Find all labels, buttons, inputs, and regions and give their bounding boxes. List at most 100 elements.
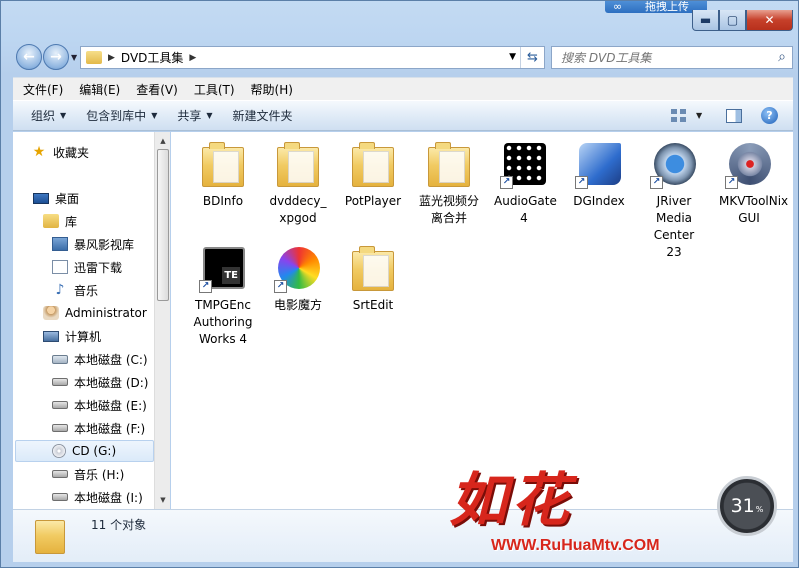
nav-lib-music[interactable]: ♪ 音乐 <box>52 279 98 301</box>
file-name: DGIndex <box>573 194 625 208</box>
nav-scrollbar[interactable]: ▲ ▼ <box>154 132 170 509</box>
shortcut-arrow-icon: ↗ <box>650 176 663 189</box>
document-library-icon <box>52 260 68 274</box>
usage-meter-value: 31 <box>730 495 755 517</box>
file-item-srtedit[interactable]: SrtEdit <box>335 245 411 314</box>
file-item-bdinfo[interactable]: BDInfo <box>185 141 261 210</box>
file-item-movie-cube[interactable]: ↗ 电影魔方 <box>260 245 336 314</box>
nav-lib-baofeng-label: 暴风影视库 <box>74 237 135 252</box>
nav-drive-e[interactable]: 本地磁盘 (E:) <box>52 394 147 416</box>
file-item-potplayer[interactable]: PotPlayer <box>335 141 411 210</box>
file-item-mkvtoolnix[interactable]: ↗ MKVToolNix GUI <box>711 141 789 227</box>
breadcrumb-chevron-icon[interactable]: ▶ <box>189 53 196 63</box>
view-options-dropdown-icon[interactable]: ▼ <box>696 111 702 120</box>
recent-pages-dropdown-icon[interactable]: ▼ <box>71 53 77 62</box>
nav-computer[interactable]: 计算机 <box>43 325 101 347</box>
system-drive-icon <box>52 354 68 364</box>
nav-favorites[interactable]: ★ 收藏夹 <box>31 141 89 163</box>
watermark-url: WWW.RuHuaMtv.COM <box>491 537 660 554</box>
forward-arrow-icon: → <box>50 49 62 65</box>
minimize-button[interactable]: ▬ <box>692 10 719 31</box>
folder-icon <box>425 141 473 189</box>
scroll-up-icon[interactable]: ▲ <box>155 134 171 148</box>
dgindex-icon: ↗ <box>575 141 623 189</box>
address-bar[interactable]: ▶ DVD工具集 ▶ ▼ ⇆ <box>80 46 545 69</box>
file-name: MKVToolNix GUI <box>719 194 789 225</box>
shortcut-arrow-icon: ↗ <box>725 176 738 189</box>
shortcut-arrow-icon: ↗ <box>500 176 513 189</box>
forward-button[interactable]: → <box>43 44 69 70</box>
address-dropdown-icon[interactable]: ▼ <box>509 52 516 62</box>
organize-button[interactable]: 组织 ▼ <box>21 107 76 124</box>
file-item-tmpgenc[interactable]: ↗ TMPGEnc Authoring Works 4 <box>185 245 261 348</box>
nav-drive-d-label: 本地磁盘 (D:) <box>74 375 149 390</box>
tmpgenc-icon: ↗ <box>199 245 247 293</box>
refresh-icon[interactable]: ⇆ <box>520 47 544 68</box>
breadcrumb-chevron-icon[interactable]: ▶ <box>108 53 115 63</box>
folder-icon <box>199 141 247 189</box>
usage-meter[interactable]: 31% <box>717 476 777 536</box>
nav-lib-xunlei-label: 迅雷下载 <box>74 260 123 275</box>
search-icon[interactable]: ⌕ <box>778 49 786 65</box>
file-name: AudioGate 4 <box>494 194 557 225</box>
explorer-window: ∞ 拖拽上传 ▬ ▢ ✕ ← → ▼ ▶ DVD工具集 ▶ ▼ ⇆ ⌕ 文件(F… <box>0 0 799 568</box>
nav-drive-h[interactable]: 音乐 (H:) <box>52 463 124 485</box>
file-name: TMPGEnc Authoring Works 4 <box>193 298 253 346</box>
nav-user[interactable]: Administrator <box>43 302 147 324</box>
file-item-dgindex[interactable]: ↗ DGIndex <box>561 141 637 210</box>
nav-drive-f[interactable]: 本地磁盘 (F:) <box>52 417 145 439</box>
usage-meter-unit: % <box>755 504 764 514</box>
menu-view[interactable]: 查看(V) <box>128 81 186 98</box>
nav-drive-c[interactable]: 本地磁盘 (C:) <box>52 348 148 370</box>
nav-drive-f-label: 本地磁盘 (F:) <box>74 421 146 436</box>
include-in-library-label: 包含到库中 <box>86 109 147 123</box>
help-icon[interactable]: ? <box>761 107 778 124</box>
maximize-button[interactable]: ▢ <box>719 10 746 31</box>
scroll-thumb[interactable] <box>157 149 169 301</box>
menu-help[interactable]: 帮助(H) <box>243 81 301 98</box>
file-item-bluray-split-merge[interactable]: 蓝光视频分离合并 <box>417 141 481 227</box>
file-name: 电影魔方 <box>273 298 322 312</box>
nav-library[interactable]: 库 <box>43 210 77 232</box>
new-folder-button[interactable]: 新建文件夹 <box>223 107 303 124</box>
search-input[interactable] <box>561 50 761 65</box>
nav-drive-g[interactable]: CD (G:) <box>15 440 154 462</box>
breadcrumb-current[interactable]: DVD工具集 <box>121 49 183 66</box>
share-button[interactable]: 共享 ▼ <box>167 107 222 124</box>
change-view-icon[interactable] <box>671 109 687 123</box>
search-box[interactable]: ⌕ <box>551 46 793 69</box>
computer-icon <box>43 330 59 342</box>
nav-drive-d[interactable]: 本地磁盘 (D:) <box>52 371 148 393</box>
close-button[interactable]: ✕ <box>746 10 793 31</box>
music-note-icon: ♪ <box>55 282 65 298</box>
hard-drive-icon <box>52 424 68 432</box>
nav-favorites-label: 收藏夹 <box>53 145 90 160</box>
hard-drive-icon <box>52 378 68 386</box>
preview-pane-icon[interactable] <box>726 109 742 123</box>
star-icon: ★ <box>32 144 46 160</box>
menu-edit[interactable]: 编辑(E) <box>71 81 128 98</box>
nav-desktop[interactable]: 桌面 <box>33 187 79 209</box>
file-name: PotPlayer <box>344 194 402 208</box>
include-in-library-button[interactable]: 包含到库中 ▼ <box>76 107 167 124</box>
nav-user-label: Administrator <box>65 306 147 320</box>
nav-drive-i[interactable]: 本地磁盘 (I:) <box>52 486 143 508</box>
nav-desktop-label: 桌面 <box>55 191 80 206</box>
file-name: JRiver Media Center 23 <box>653 194 695 259</box>
nav-lib-music-label: 音乐 <box>74 283 99 298</box>
scroll-down-icon[interactable]: ▼ <box>155 493 171 507</box>
nav-lib-xunlei[interactable]: 迅雷下载 <box>52 256 122 278</box>
chevron-down-icon: ▼ <box>151 111 158 120</box>
nav-lib-baofeng[interactable]: 暴风影视库 <box>52 233 134 255</box>
library-icon <box>43 214 59 228</box>
file-name: dvddecy_xpgod <box>269 194 327 225</box>
chevron-down-icon: ▼ <box>206 111 213 120</box>
menu-tools[interactable]: 工具(T) <box>186 81 243 98</box>
menu-file[interactable]: 文件(F) <box>15 81 71 98</box>
file-item-jriver[interactable]: ↗ JRiver Media Center 23 <box>636 141 712 261</box>
shortcut-arrow-icon: ↗ <box>199 280 212 293</box>
file-item-dvddecy[interactable]: dvddecy_xpgod <box>266 141 330 227</box>
file-item-audiogate[interactable]: ↗ AudioGate 4 <box>486 141 562 227</box>
back-button[interactable]: ← <box>16 44 42 70</box>
folder-icon <box>274 141 322 189</box>
